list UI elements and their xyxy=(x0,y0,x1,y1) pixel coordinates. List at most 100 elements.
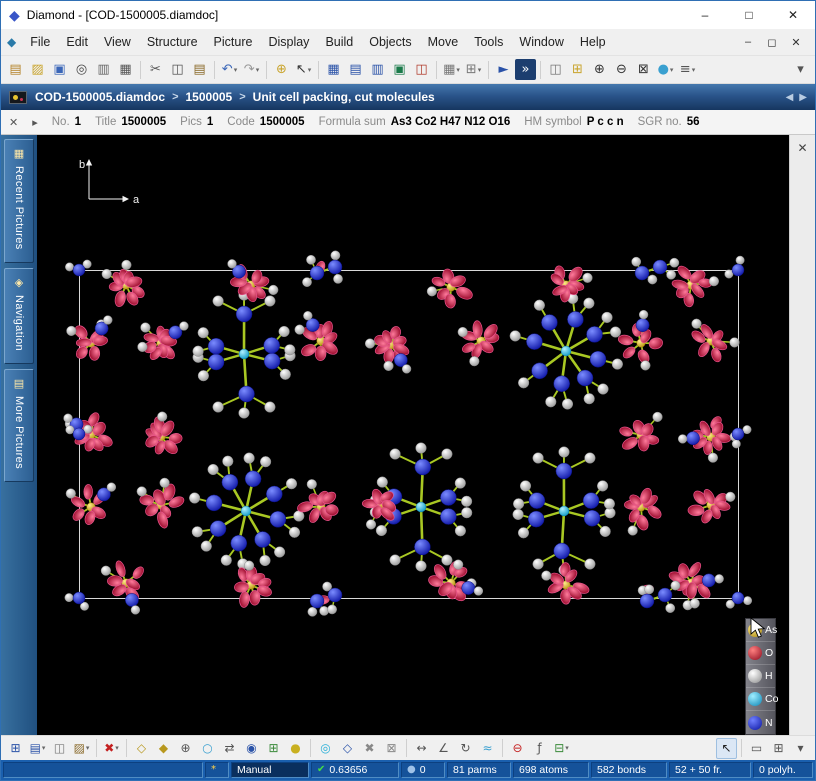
mdi-restore-button[interactable]: ◻ xyxy=(763,36,781,49)
menu-move[interactable]: Move xyxy=(420,31,467,53)
status-selection: ● 0 xyxy=(401,762,445,778)
grow-shell-icon[interactable]: ⊕ xyxy=(175,738,196,759)
tile-windows-icon[interactable]: ⊞ xyxy=(567,59,588,80)
distances-table-icon[interactable]: ▣ xyxy=(389,59,410,80)
complete-fragments-icon[interactable]: ◉ xyxy=(241,738,262,759)
display-options-icon[interactable]: ≡ ▾ xyxy=(677,59,698,80)
menu-window[interactable]: Window xyxy=(511,31,571,53)
open-document-icon[interactable]: ▨ xyxy=(27,59,48,80)
remove-atoms-icon[interactable]: ✖ xyxy=(359,738,380,759)
attach-hydrogens-icon[interactable]: ○ xyxy=(197,738,218,759)
add-all-atoms-icon[interactable]: ◆ xyxy=(153,738,174,759)
measure-torsions-icon[interactable]: ↻ xyxy=(455,738,476,759)
undo-icon[interactable]: ↶ ▾ xyxy=(219,59,240,80)
menu-objects[interactable]: Objects xyxy=(361,31,419,53)
close-pane-icon[interactable]: ✕ xyxy=(797,141,807,155)
hydrogen-bonds-icon[interactable]: ≈ xyxy=(477,738,498,759)
data-sheet-icon[interactable]: ▦ xyxy=(323,59,344,80)
sidebar-tab-navigation[interactable]: ◈ Navigation xyxy=(4,267,34,364)
toolbar-overflow-icon[interactable]: ▾ xyxy=(790,738,811,759)
copy-icon[interactable]: ◫ xyxy=(167,59,188,80)
sidebar-tab-recent-pictures[interactable]: ▦ Recent Pictures xyxy=(4,139,34,263)
viewing-direction-icon[interactable]: ⊟ ▾ xyxy=(551,738,572,759)
zoom-in-icon[interactable]: ⊕ xyxy=(589,59,610,80)
destroy-measurements-icon[interactable]: ⊖ xyxy=(507,738,528,759)
cut-icon[interactable]: ✂ xyxy=(145,59,166,80)
legend-entry-as[interactable]: As xyxy=(746,619,777,642)
legend-entry-n[interactable]: N xyxy=(746,711,775,734)
coordination-sphere-icon[interactable]: ◎ xyxy=(315,738,336,759)
menu-picture[interactable]: Picture xyxy=(206,31,261,53)
new-picture-icon[interactable]: ▤ ▾ xyxy=(27,738,48,759)
expand-toolbar-icon[interactable]: » xyxy=(515,59,536,80)
new-window-icon[interactable]: ◫ xyxy=(545,59,566,80)
toolbar-overflow-icon[interactable]: ▾ xyxy=(790,59,811,80)
play-video-icon[interactable]: ► xyxy=(493,59,514,80)
breadcrumb-segment-1[interactable]: 1500005 xyxy=(186,90,233,104)
maximize-button[interactable]: □ xyxy=(727,1,771,29)
print-preview-icon[interactable]: ▥ xyxy=(93,59,114,80)
close-button[interactable]: ✕ xyxy=(771,1,815,29)
find-icon[interactable]: ◎ xyxy=(71,59,92,80)
zoom-out-icon[interactable]: ⊖ xyxy=(611,59,632,80)
data-brick-icon[interactable]: ▤ xyxy=(345,59,366,80)
properties-icon[interactable]: ƒ xyxy=(529,738,550,759)
picture-options-icon[interactable]: ▨ ▾ xyxy=(71,738,92,759)
polyhedra-icon[interactable]: ◇ xyxy=(337,738,358,759)
save-icon[interactable]: ▣ xyxy=(49,59,70,80)
molecule-oxo xyxy=(617,309,663,371)
breadcrumb-segment-0[interactable]: COD-1500005.diamdoc xyxy=(35,90,165,104)
render-sphere-icon[interactable]: ● ▾ xyxy=(655,59,676,80)
mdi-minimize-button[interactable]: – xyxy=(739,36,757,49)
redo-icon[interactable]: ↷ ▾ xyxy=(241,59,262,80)
measure-distances-icon[interactable]: ↔ xyxy=(411,738,432,759)
sidebar-tab-more-pictures[interactable]: ▤ More Pictures xyxy=(4,368,34,482)
molecule-edge xyxy=(637,580,681,613)
menu-file[interactable]: File xyxy=(22,31,58,53)
menu-display[interactable]: Display xyxy=(260,31,317,53)
menu-structure[interactable]: Structure xyxy=(139,31,206,53)
legend-entry-h[interactable]: H xyxy=(746,665,775,688)
breadcrumb-segment-2[interactable]: Unit cell packing, cut molecules xyxy=(253,90,435,104)
structure-canvas[interactable]: ba As O H Co N xyxy=(37,135,789,735)
ruler-icon[interactable]: ▭ xyxy=(746,738,767,759)
delete-picture-icon[interactable]: ✖ ▾ xyxy=(101,738,122,759)
grid-overlay-icon[interactable]: ⊞ xyxy=(768,738,789,759)
toolbar-separator xyxy=(318,60,319,79)
legend-entry-co[interactable]: Co xyxy=(746,688,778,711)
remove-bonds-icon[interactable]: ⊠ xyxy=(381,738,402,759)
add-atoms-icon[interactable]: ◇ xyxy=(131,738,152,759)
status-fragments-text: 52 + 50 fr. xyxy=(675,764,722,776)
menu-help[interactable]: Help xyxy=(572,31,614,53)
tables-menu-icon[interactable]: ▦ ▾ xyxy=(441,59,462,80)
diagram-icon[interactable]: ⊞ ▾ xyxy=(463,59,484,80)
packing-icon[interactable]: ● xyxy=(285,738,306,759)
mdi-close-button[interactable]: ✕ xyxy=(787,36,805,49)
pointer-mode-icon[interactable]: ↖ xyxy=(716,737,737,759)
fill-unit-cell-icon[interactable]: ⊞ xyxy=(263,738,284,759)
connect-atoms-icon[interactable]: ⇄ xyxy=(219,738,240,759)
legend-entry-o[interactable]: O xyxy=(746,642,775,665)
minimize-button[interactable]: – xyxy=(683,1,727,29)
menu-build[interactable]: Build xyxy=(317,31,361,53)
copy-picture-icon[interactable]: ◫ xyxy=(49,738,70,759)
angles-table-icon[interactable]: ◫ xyxy=(411,59,432,80)
menu-edit[interactable]: Edit xyxy=(58,31,96,53)
print-icon[interactable]: ▦ xyxy=(115,59,136,80)
paste-icon[interactable]: ▤ xyxy=(189,59,210,80)
pan-mode-icon[interactable]: ⊕ xyxy=(271,59,292,80)
measure-angles-icon[interactable]: ∠ xyxy=(433,738,454,759)
record-nav-icon[interactable]: ▸ xyxy=(32,116,38,129)
fit-to-window-icon[interactable]: ⊠ xyxy=(633,59,654,80)
info-field-pics: Pics 1 xyxy=(180,116,213,128)
info-field-sgr-no: SGR no. 56 xyxy=(638,116,700,128)
new-document-icon[interactable]: ▤ xyxy=(5,59,26,80)
pictures-table-icon[interactable]: ▥ xyxy=(367,59,388,80)
select-mode-icon[interactable]: ↖ ▾ xyxy=(293,59,314,80)
new-table-view-icon[interactable]: ⊞ xyxy=(5,738,26,759)
close-infobar-icon[interactable]: ✕ xyxy=(9,116,18,129)
menu-view[interactable]: View xyxy=(96,31,139,53)
menu-tools[interactable]: Tools xyxy=(466,31,511,53)
breadcrumb-next-icon[interactable]: ▶ xyxy=(799,92,807,103)
breadcrumb-prev-icon[interactable]: ◀ xyxy=(786,92,794,103)
